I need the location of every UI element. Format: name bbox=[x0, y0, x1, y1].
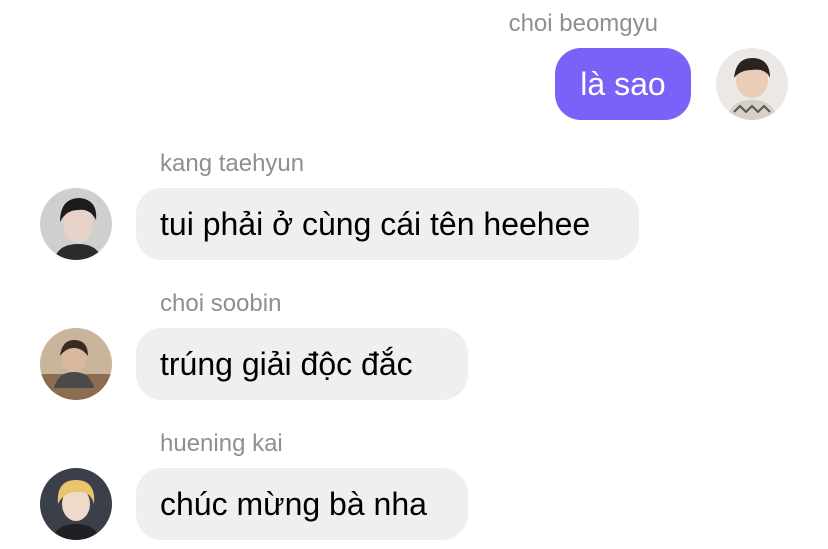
person-avatar-icon bbox=[40, 468, 112, 540]
avatar-huening-kai[interactable] bbox=[40, 468, 112, 540]
incoming-message-bubble[interactable]: tui phải ở cùng cái tên heehee bbox=[136, 188, 639, 260]
incoming-message-bubble[interactable]: chúc mừng bà nha bbox=[136, 468, 468, 540]
person-avatar-icon bbox=[40, 188, 112, 260]
sender-name-taehyun: kang taehyun bbox=[160, 150, 305, 177]
person-avatar-icon bbox=[716, 48, 788, 120]
outgoing-message-bubble[interactable]: là sao bbox=[555, 48, 691, 120]
person-avatar-icon bbox=[40, 328, 112, 400]
incoming-message-bubble[interactable]: trúng giải độc đắc bbox=[136, 328, 468, 400]
avatar-taehyun[interactable] bbox=[40, 188, 112, 260]
sender-name-soobin: choi soobin bbox=[160, 290, 282, 317]
avatar-beomgyu[interactable] bbox=[716, 48, 788, 120]
chat-thread: choi beomgyu là sao kang taehyun tui phả… bbox=[0, 0, 828, 549]
sender-name-beomgyu: choi beomgyu bbox=[508, 10, 658, 37]
sender-name-huening-kai: huening kai bbox=[160, 430, 283, 457]
avatar-soobin[interactable] bbox=[40, 328, 112, 400]
